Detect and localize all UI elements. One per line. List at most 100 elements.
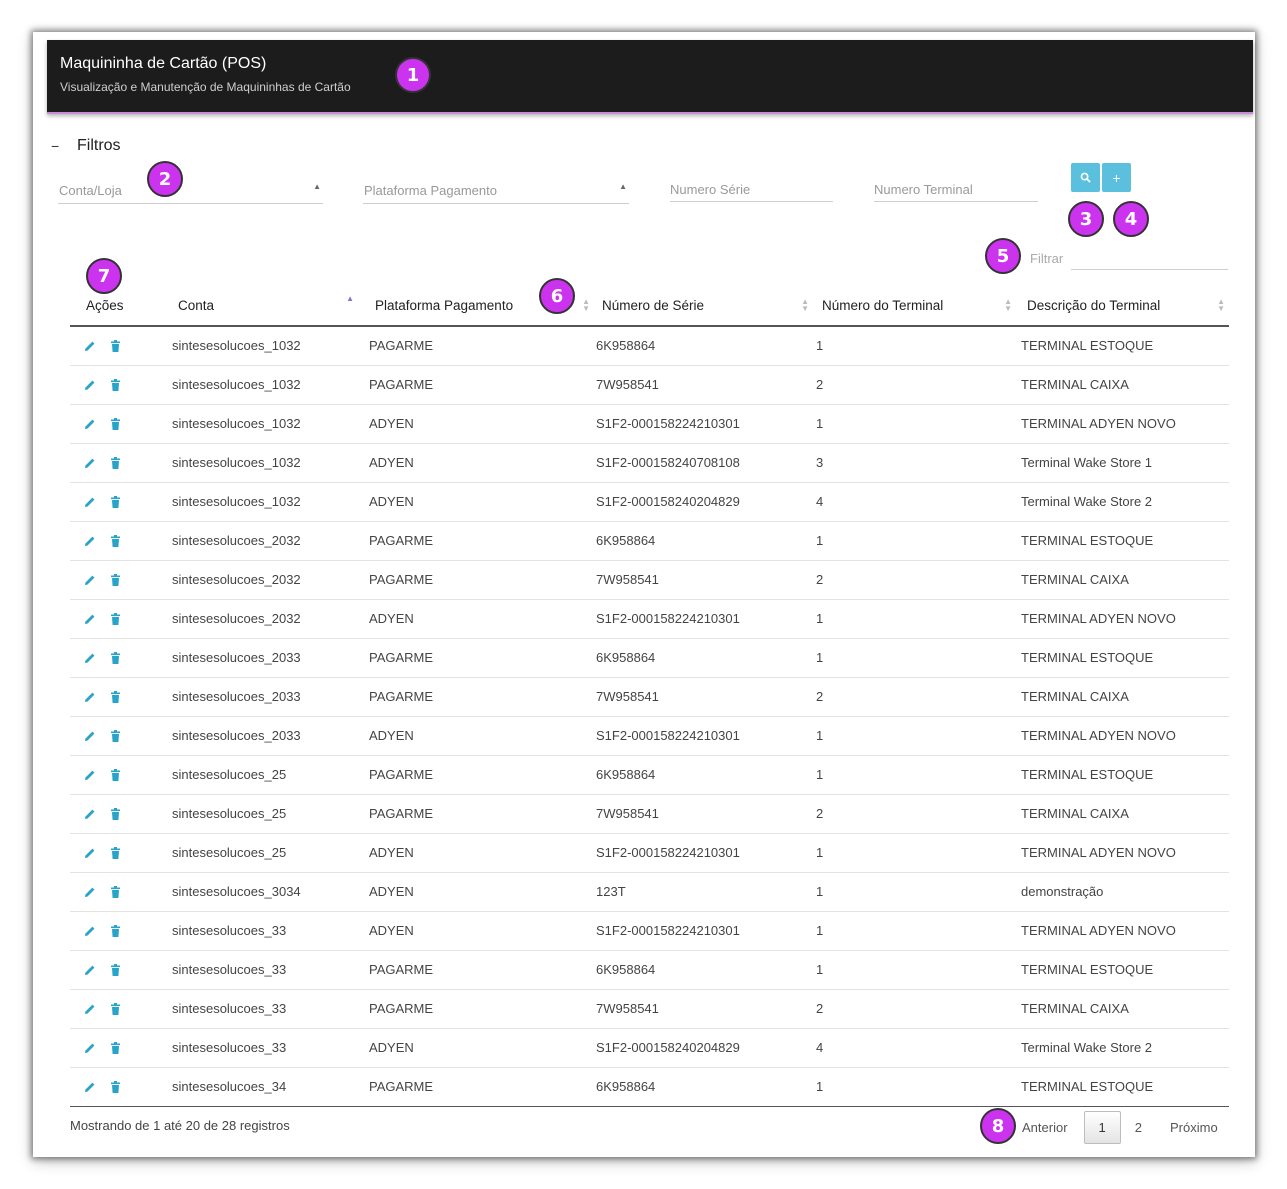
- descricao-cell: TERMINAL ESTOQUE: [1016, 638, 1229, 678]
- table-row: sintesesolucoes_33 PAGARME 7W958541 2 TERMIN…: [70, 989, 1229, 1029]
- delete-icon[interactable]: [110, 456, 121, 469]
- col-numero-terminal[interactable]: Número do Terminal ▲ ▼: [813, 285, 1016, 327]
- plataforma-placeholder: Plataforma Pagamento: [364, 183, 497, 198]
- descricao-cell: TERMINAL ADYEN NOVO: [1016, 833, 1229, 873]
- delete-icon[interactable]: [110, 690, 121, 703]
- delete-icon[interactable]: [110, 1002, 121, 1015]
- conta-cell: sintesesolucoes_3034: [170, 872, 368, 912]
- actions-cell: [70, 755, 170, 795]
- edit-icon[interactable]: [84, 730, 96, 742]
- delete-icon[interactable]: [110, 807, 121, 820]
- delete-icon[interactable]: [110, 1080, 121, 1093]
- callout-badge-8: 8: [980, 1108, 1016, 1144]
- numero-serie-cell: 6K958864: [594, 755, 813, 795]
- conta-cell: sintesesolucoes_1032: [170, 482, 368, 522]
- delete-icon[interactable]: [110, 963, 121, 976]
- col-acoes: Ações: [70, 285, 170, 327]
- pagination-page-1[interactable]: 1: [1083, 1110, 1121, 1144]
- delete-icon[interactable]: [110, 768, 121, 781]
- numero-serie-input[interactable]: [670, 178, 833, 202]
- edit-icon[interactable]: [84, 457, 96, 469]
- sort-icon: ▲ ▼: [1004, 297, 1012, 313]
- add-button[interactable]: +: [1102, 163, 1131, 192]
- plataforma-cell: PAGARME: [368, 677, 594, 717]
- plataforma-cell: ADYEN: [368, 443, 594, 483]
- edit-icon[interactable]: [84, 652, 96, 664]
- delete-icon[interactable]: [110, 612, 121, 625]
- plataforma-cell: ADYEN: [368, 833, 594, 873]
- delete-icon[interactable]: [110, 339, 121, 352]
- caret-up-icon: ▲: [619, 182, 627, 191]
- delete-icon[interactable]: [110, 378, 121, 391]
- delete-icon[interactable]: [110, 534, 121, 547]
- edit-icon[interactable]: [84, 340, 96, 352]
- conta-cell: sintesesolucoes_25: [170, 794, 368, 834]
- numero-serie-cell: 6K958864: [594, 638, 813, 678]
- actions-cell: [70, 794, 170, 834]
- conta-cell: sintesesolucoes_2033: [170, 677, 368, 717]
- numero-serie-cell: 6K958864: [594, 950, 813, 990]
- delete-icon[interactable]: [110, 651, 121, 664]
- edit-icon[interactable]: [84, 808, 96, 820]
- conta-loja-select[interactable]: Conta/Loja ▲: [58, 180, 323, 204]
- descricao-cell: TERMINAL ADYEN NOVO: [1016, 599, 1229, 639]
- table-row: sintesesolucoes_2033 PAGARME 6K958864 1 TERM…: [70, 638, 1229, 678]
- numero-serie-cell: 6K958864: [594, 521, 813, 561]
- col-conta[interactable]: Conta ▲▼: [170, 285, 368, 327]
- edit-icon[interactable]: [84, 886, 96, 898]
- pagination-next[interactable]: Próximo: [1156, 1112, 1232, 1143]
- table-filter-input[interactable]: [1071, 247, 1228, 270]
- edit-icon[interactable]: [84, 418, 96, 430]
- col-descricao-terminal-label: Descrição do Terminal: [1027, 297, 1161, 313]
- numero-serie-cell: 7W958541: [594, 677, 813, 717]
- table-row: sintesesolucoes_1032 ADYEN S1F2-0001582407…: [70, 443, 1229, 483]
- descricao-cell: demonstração: [1016, 872, 1229, 912]
- edit-icon[interactable]: [84, 535, 96, 547]
- conta-cell: sintesesolucoes_1032: [170, 404, 368, 444]
- delete-icon[interactable]: [110, 495, 121, 508]
- search-button[interactable]: [1071, 163, 1100, 192]
- conta-cell: sintesesolucoes_2032: [170, 599, 368, 639]
- delete-icon[interactable]: [110, 417, 121, 430]
- plataforma-pagamento-select[interactable]: Plataforma Pagamento ▲: [363, 180, 629, 204]
- pagination-previous[interactable]: Anterior: [1008, 1112, 1082, 1143]
- delete-icon[interactable]: [110, 885, 121, 898]
- numero-terminal-input[interactable]: [874, 178, 1038, 202]
- edit-icon[interactable]: [84, 769, 96, 781]
- numero-serie-cell: 6K958864: [594, 326, 813, 366]
- numero-serie-field[interactable]: [670, 178, 833, 201]
- edit-icon[interactable]: [84, 925, 96, 937]
- numero-terminal-cell: 1: [813, 1067, 1016, 1107]
- edit-icon[interactable]: [84, 496, 96, 508]
- conta-loja-placeholder: Conta/Loja: [59, 183, 122, 198]
- edit-icon[interactable]: [84, 574, 96, 586]
- edit-icon[interactable]: [84, 1003, 96, 1015]
- terminals-table: Ações Conta ▲▼ Plataforma Pagamento ▲▼ N…: [70, 285, 1229, 1107]
- numero-terminal-field[interactable]: [874, 178, 1038, 201]
- plataforma-cell: ADYEN: [368, 872, 594, 912]
- edit-icon[interactable]: [84, 379, 96, 391]
- edit-icon[interactable]: [84, 1081, 96, 1093]
- delete-icon[interactable]: [110, 846, 121, 859]
- conta-cell: sintesesolucoes_2032: [170, 521, 368, 561]
- col-descricao-terminal[interactable]: Descrição do Terminal ▲ ▼: [1016, 285, 1229, 327]
- pagination-page-2[interactable]: 2: [1121, 1112, 1156, 1143]
- numero-serie-cell: S1F2-000158224210301: [594, 599, 813, 639]
- numero-serie-cell: S1F2-000158224210301: [594, 404, 813, 444]
- descricao-cell: TERMINAL CAIXA: [1016, 794, 1229, 834]
- descricao-cell: TERMINAL CAIXA: [1016, 365, 1229, 405]
- edit-icon[interactable]: [84, 1042, 96, 1054]
- delete-icon[interactable]: [110, 573, 121, 586]
- delete-icon[interactable]: [110, 729, 121, 742]
- table-filter: Filtrar: [1030, 247, 1230, 271]
- col-numero-serie[interactable]: Número de Série ▲ ▼: [594, 285, 813, 327]
- edit-icon[interactable]: [84, 613, 96, 625]
- delete-icon[interactable]: [110, 1041, 121, 1054]
- delete-icon[interactable]: [110, 924, 121, 937]
- filters-toggle[interactable]: − Filtros: [51, 136, 151, 156]
- plataforma-cell: PAGARME: [368, 365, 594, 405]
- edit-icon[interactable]: [84, 691, 96, 703]
- edit-icon[interactable]: [84, 964, 96, 976]
- numero-terminal-cell: 1: [813, 755, 1016, 795]
- edit-icon[interactable]: [84, 847, 96, 859]
